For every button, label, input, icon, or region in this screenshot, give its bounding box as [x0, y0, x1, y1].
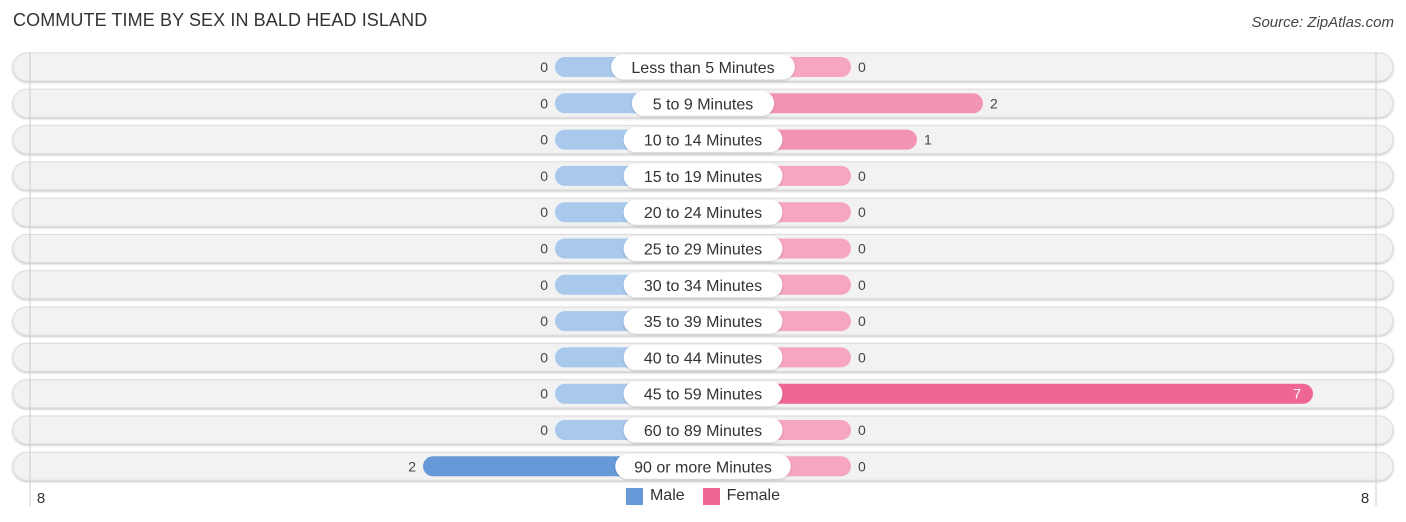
male-value-label: 0 — [540, 386, 548, 402]
legend-item-female[interactable]: Female — [702, 487, 781, 505]
male-value-label: 0 — [540, 313, 548, 329]
category-label: Less than 5 Minutes — [631, 60, 774, 77]
category-label: 25 to 29 Minutes — [644, 242, 762, 259]
legend-label-male: Male — [649, 487, 685, 504]
legend-label-female: Female — [726, 487, 781, 504]
category-label: 35 to 39 Minutes — [644, 314, 762, 331]
male-value-label: 0 — [540, 422, 548, 438]
chart-row: 20 to 24 Minutes 0 0 — [12, 197, 1394, 227]
chart-row: Less than 5 Minutes 0 0 — [12, 52, 1394, 82]
category-label: 90 or more Minutes — [634, 459, 772, 476]
category-label: 40 to 44 Minutes — [644, 350, 762, 367]
chart-canvas: Less than 5 Minutes 0 0 5 to 9 Minutes 0 2 10 … — [12, 52, 1394, 507]
male-value-label: 0 — [540, 95, 548, 111]
chart-row: 30 to 34 Minutes 0 0 — [12, 270, 1394, 300]
chart-row: 10 to 14 Minutes 0 1 — [12, 125, 1394, 155]
male-value-label: 0 — [540, 241, 548, 257]
female-bar — [703, 383, 1313, 404]
category-label: 45 to 59 Minutes — [644, 387, 762, 404]
female-value-label: 0 — [858, 204, 866, 220]
category-label: 15 to 19 Minutes — [644, 169, 762, 186]
chart-row: 90 or more Minutes 2 0 — [12, 451, 1394, 481]
chart-row: 5 to 9 Minutes 0 2 — [12, 88, 1394, 118]
chart-row: 15 to 19 Minutes 0 0 — [12, 161, 1394, 191]
female-value-label: 1 — [924, 132, 932, 148]
category-label: 60 to 89 Minutes — [644, 423, 762, 440]
chart-row: 35 to 39 Minutes 0 0 — [12, 306, 1394, 336]
legend-swatch-male — [625, 487, 643, 505]
female-value-label: 0 — [858, 313, 866, 329]
male-value-label: 0 — [540, 349, 548, 365]
category-label: 20 to 24 Minutes — [644, 205, 762, 222]
male-value-label: 0 — [540, 59, 548, 75]
legend: Male Female — [0, 487, 1406, 505]
male-value-label: 0 — [540, 277, 548, 293]
female-value-label: 0 — [858, 277, 866, 293]
female-value-label: 0 — [858, 59, 866, 75]
female-value-label: 0 — [858, 458, 866, 474]
female-value-label: 0 — [858, 422, 866, 438]
chart-row: 40 to 44 Minutes 0 0 — [12, 342, 1394, 372]
chart-row: 60 to 89 Minutes 0 0 — [12, 415, 1394, 445]
female-value-label: 2 — [990, 95, 998, 111]
legend-item-male[interactable]: Male — [625, 487, 685, 505]
female-value-label: 0 — [858, 168, 866, 184]
chart-row: 25 to 29 Minutes 0 0 — [12, 234, 1394, 263]
male-value-label: 0 — [540, 132, 548, 148]
chart-row: 45 to 59 Minutes 0 7 — [12, 379, 1394, 409]
male-value-label: 0 — [540, 204, 548, 220]
female-value-label: 0 — [858, 241, 866, 257]
category-label: 5 to 9 Minutes — [653, 96, 754, 113]
male-value-label: 0 — [540, 168, 548, 184]
male-value-label: 2 — [408, 458, 416, 474]
category-label: 30 to 34 Minutes — [644, 278, 762, 295]
rows-layer: Less than 5 Minutes 0 0 5 to 9 Minutes 0 2 10 … — [12, 52, 1394, 481]
category-label: 10 to 14 Minutes — [644, 133, 762, 150]
female-value-label: 0 — [858, 349, 866, 365]
female-value-label: 7 — [1293, 386, 1301, 402]
legend-swatch-female — [702, 487, 720, 505]
